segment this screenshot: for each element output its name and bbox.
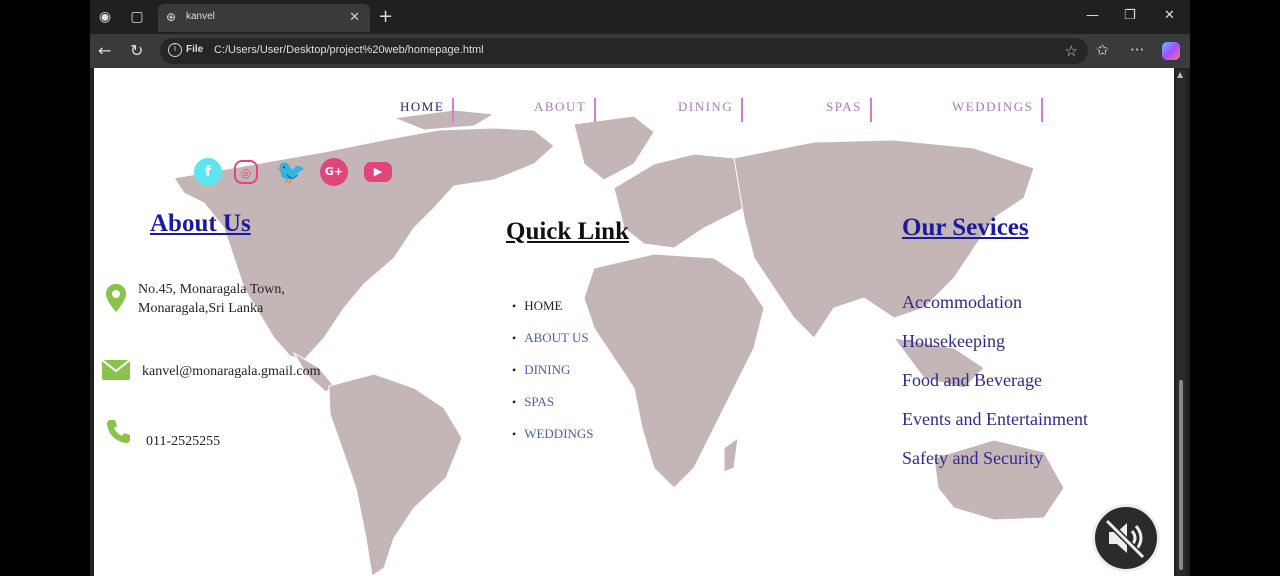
browser-toolbar: ← ↻ i File C:/Users/User/Desktop/project… <box>90 34 1190 68</box>
address-bar[interactable]: i File C:/Users/User/Desktop/project%20w… <box>160 38 1088 64</box>
vertical-scrollbar[interactable]: ▲ <box>1176 70 1186 576</box>
nav-about[interactable]: ABOUT <box>534 98 597 122</box>
about-heading: About Us <box>150 210 251 237</box>
globe-icon: ⊕ <box>166 10 177 24</box>
quick-link-spas[interactable]: SPAS <box>512 394 554 410</box>
email-text[interactable]: kanvel@monaragala.gmail.com <box>142 362 321 381</box>
new-tab-button[interactable]: + <box>378 6 393 27</box>
service-item: Safety and Security <box>902 448 1043 468</box>
scroll-thumb[interactable] <box>1179 380 1183 570</box>
google-plus-icon[interactable]: G+ <box>320 158 348 186</box>
service-item: Housekeeping <box>902 331 1005 351</box>
browser-window: ◉ ▢ ⊕ kanvel ✕ + — ❐ ✕ ← ↻ i File C:/Use… <box>90 0 1190 576</box>
facebook-icon[interactable]: f <box>194 158 222 186</box>
youtube-icon[interactable]: ▶ <box>364 162 392 182</box>
favorite-star-icon[interactable]: ☆ <box>1065 42 1078 60</box>
phone-icon <box>107 420 130 443</box>
browser-tab[interactable]: ⊕ kanvel ✕ <box>158 4 370 32</box>
close-window-icon[interactable]: ✕ <box>1164 8 1175 23</box>
world-map-background <box>173 109 1065 576</box>
copilot-icon[interactable] <box>1162 42 1180 60</box>
instagram-icon[interactable]: ◎ <box>234 160 258 184</box>
nav-dining[interactable]: DINING <box>678 98 744 122</box>
more-icon[interactable]: ··· <box>1130 41 1144 59</box>
phone-text[interactable]: 011-2525255 <box>146 432 220 451</box>
title-bar: ◉ ▢ ⊕ kanvel ✕ + — ❐ ✕ <box>90 0 1190 34</box>
quick-link-about-us[interactable]: ABOUT US <box>512 330 588 346</box>
url-text[interactable]: C:/Users/User/Desktop/project%20web/home… <box>214 44 484 56</box>
quick-link-heading: Quick Link <box>506 218 629 245</box>
close-tab-icon[interactable]: ✕ <box>349 10 360 25</box>
info-icon[interactable]: i <box>168 43 182 57</box>
tab-title: kanvel <box>186 11 215 22</box>
file-label: File <box>186 44 204 55</box>
restore-icon[interactable]: ❐ <box>1124 8 1136 23</box>
web-page: HOME ABOUT DINING SPAS WEDDINGS f ◎ 🐦 G+… <box>94 68 1174 576</box>
services-heading: Our Sevices <box>902 214 1029 241</box>
address-line1: No.45, Monaragala Town, <box>138 282 285 297</box>
nav-spas[interactable]: SPAS <box>826 98 872 122</box>
nav-weddings[interactable]: WEDDINGS <box>952 98 1044 122</box>
nav-home[interactable]: HOME <box>400 98 455 122</box>
location-icon <box>106 284 126 312</box>
quick-link-home[interactable]: HOME <box>512 298 562 314</box>
address: No.45, Monaragala Town, Monaragala,Sri L… <box>138 280 285 318</box>
quick-link-dining[interactable]: DINING <box>512 362 570 378</box>
refresh-icon[interactable]: ↻ <box>130 41 143 60</box>
service-item: Events and Entertainment <box>902 409 1088 429</box>
mute-button[interactable] <box>1092 504 1160 572</box>
speaker-muted-icon <box>1104 518 1146 560</box>
email-icon <box>102 360 130 380</box>
profile-icon[interactable]: ◉ <box>96 8 114 26</box>
quick-link-weddings[interactable]: WEDDINGS <box>512 426 593 442</box>
service-item: Accommodation <box>902 292 1022 312</box>
minimize-icon[interactable]: — <box>1086 8 1099 23</box>
service-item: Food and Beverage <box>902 370 1042 390</box>
scroll-up-icon[interactable]: ▲ <box>1177 70 1183 79</box>
favorites-icon[interactable]: ✩ <box>1096 41 1109 59</box>
workspaces-icon[interactable]: ▢ <box>128 8 146 26</box>
back-icon[interactable]: ← <box>98 41 111 60</box>
address-line2: Monaragala,Sri Lanka <box>138 301 264 316</box>
twitter-icon[interactable]: 🐦 <box>276 158 306 186</box>
